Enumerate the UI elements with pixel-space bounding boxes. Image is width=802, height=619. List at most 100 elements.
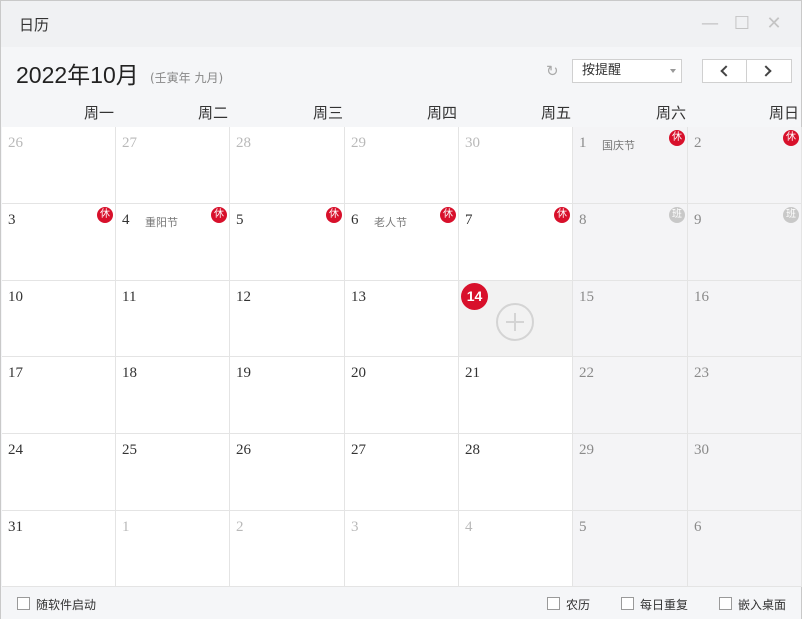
holiday-rest-badge: 休 [554, 207, 570, 223]
weekday-label: 周日 [768, 104, 799, 122]
day-number: 18 [122, 365, 137, 381]
day-number: 6 [351, 212, 359, 228]
day-cell[interactable]: 20 [345, 357, 459, 434]
day-cell[interactable]: 5休 [230, 204, 345, 281]
day-cell[interactable]: 11 [116, 281, 230, 357]
day-cell[interactable]: 14 [459, 281, 573, 357]
dropdown-arrow-icon [670, 69, 676, 73]
reminder-select-value: 按提醒 [582, 63, 622, 78]
weekday-label: 周三 [312, 104, 343, 122]
day-cell[interactable]: 29 [345, 127, 459, 204]
day-number: 29 [351, 135, 366, 151]
day-cell[interactable]: 30 [459, 127, 573, 204]
day-cell[interactable]: 15 [573, 281, 688, 357]
day-number: 24 [8, 442, 23, 458]
weekday-label: 周五 [540, 104, 571, 122]
day-cell[interactable]: 29 [573, 434, 688, 511]
day-cell[interactable]: 26 [230, 434, 345, 511]
day-cell[interactable]: 24 [2, 434, 116, 511]
embed-desktop-label: 嵌入桌面 [738, 598, 787, 612]
maximize-icon[interactable]: ☐ [731, 13, 753, 35]
day-cell[interactable]: 27 [116, 127, 230, 204]
day-number: 10 [8, 289, 23, 305]
day-number: 2 [694, 135, 702, 151]
day-number: 5 [579, 519, 587, 535]
day-number: 1 [579, 135, 587, 151]
day-cell[interactable]: 17 [2, 357, 116, 434]
chevron-left-icon [720, 65, 732, 77]
day-cell[interactable]: 28 [459, 434, 573, 511]
festival-label: 老人节 [374, 216, 407, 229]
month-title: 2022年10月 [16, 62, 139, 88]
day-cell[interactable]: 10 [2, 281, 116, 357]
day-cell[interactable]: 13 [345, 281, 459, 357]
day-cell[interactable]: 25 [116, 434, 230, 511]
day-number: 30 [694, 442, 709, 458]
day-cell[interactable]: 31 [2, 511, 116, 587]
day-number: 7 [465, 212, 473, 228]
day-cell[interactable]: 27 [345, 434, 459, 511]
weekday-label: 周六 [655, 104, 686, 122]
day-number: 27 [351, 442, 366, 458]
day-cell[interactable]: 12 [230, 281, 345, 357]
refresh-icon[interactable]: ↻ [546, 63, 562, 79]
title-bar: 日历 — ☐ ✕ [1, 1, 801, 47]
checkbox-box [547, 597, 560, 610]
day-cell[interactable]: 6 [688, 511, 802, 587]
day-number: 1 [122, 519, 130, 535]
minimize-icon[interactable]: — [699, 13, 721, 35]
day-cell[interactable]: 2休 [688, 127, 802, 204]
holiday-rest-badge: 休 [97, 207, 113, 223]
day-cell[interactable]: 26 [2, 127, 116, 204]
day-cell[interactable]: 1 国庆节 休 [573, 127, 688, 204]
day-cell[interactable]: 4 [459, 511, 573, 587]
embed-desktop-checkbox[interactable]: 嵌入桌面 [719, 596, 791, 612]
day-number: 3 [351, 519, 359, 535]
day-number: 13 [351, 289, 366, 305]
holiday-rest-badge: 休 [669, 130, 685, 146]
calendar-window: 日历 — ☐ ✕ 2022年10月 (壬寅年 九月) ↻ 按提醒 周一 周二 周三周… [0, 0, 802, 619]
daily-repeat-checkbox[interactable]: 每日重复 [621, 596, 693, 612]
day-cell[interactable]: 3休 [2, 204, 116, 281]
day-cell[interactable]: 4 重阳节 休 [116, 204, 230, 281]
day-cell[interactable]: 2 [230, 511, 345, 587]
day-cell[interactable]: 1 [116, 511, 230, 587]
today-marker: 14 [461, 283, 488, 310]
day-cell[interactable]: 30 [688, 434, 802, 511]
chevron-right-icon [760, 65, 772, 77]
prev-month-button[interactable] [703, 60, 747, 82]
footer-bar: 随软件启动 农历 每日重复 嵌入桌面 [1, 587, 801, 619]
day-number: 22 [579, 365, 594, 381]
day-cell[interactable]: 8班 [573, 204, 688, 281]
calendar-grid: 26 27 28 29 30 1 国庆节休 2 休 3 休 4 重阳节休 5 休 6 老人节休 7 休 8 班 9 班 10 1… [2, 127, 802, 587]
day-cell[interactable]: 6 老人节 休 [345, 204, 459, 281]
day-cell[interactable]: 19 [230, 357, 345, 434]
day-number: 6 [694, 519, 702, 535]
month-nav [702, 59, 792, 83]
next-month-button[interactable] [747, 60, 791, 82]
day-cell[interactable]: 23 [688, 357, 802, 434]
day-number: 16 [694, 289, 709, 305]
day-number: 12 [236, 289, 251, 305]
add-event-icon[interactable] [496, 303, 534, 341]
close-icon[interactable]: ✕ [763, 13, 785, 35]
day-number: 11 [122, 289, 137, 305]
window-title: 日历 [19, 16, 50, 34]
day-cell[interactable]: 18 [116, 357, 230, 434]
lunar-checkbox[interactable]: 农历 [547, 596, 597, 612]
day-cell[interactable]: 22 [573, 357, 688, 434]
festival-label: 重阳节 [145, 216, 178, 229]
day-cell[interactable]: 3 [345, 511, 459, 587]
autostart-checkbox[interactable]: 随软件启动 [17, 596, 107, 612]
day-number: 21 [465, 365, 480, 381]
workday-badge: 班 [669, 207, 685, 223]
day-cell[interactable]: 28 [230, 127, 345, 204]
day-cell[interactable]: 16 [688, 281, 802, 357]
day-cell[interactable]: 9班 [688, 204, 802, 281]
day-number: 26 [236, 442, 251, 458]
day-cell[interactable]: 21 [459, 357, 573, 434]
reminder-select[interactable]: 按提醒 [572, 59, 682, 83]
day-cell[interactable]: 5 [573, 511, 688, 587]
day-cell[interactable]: 7休 [459, 204, 573, 281]
weekday-label: 周四 [426, 104, 457, 122]
